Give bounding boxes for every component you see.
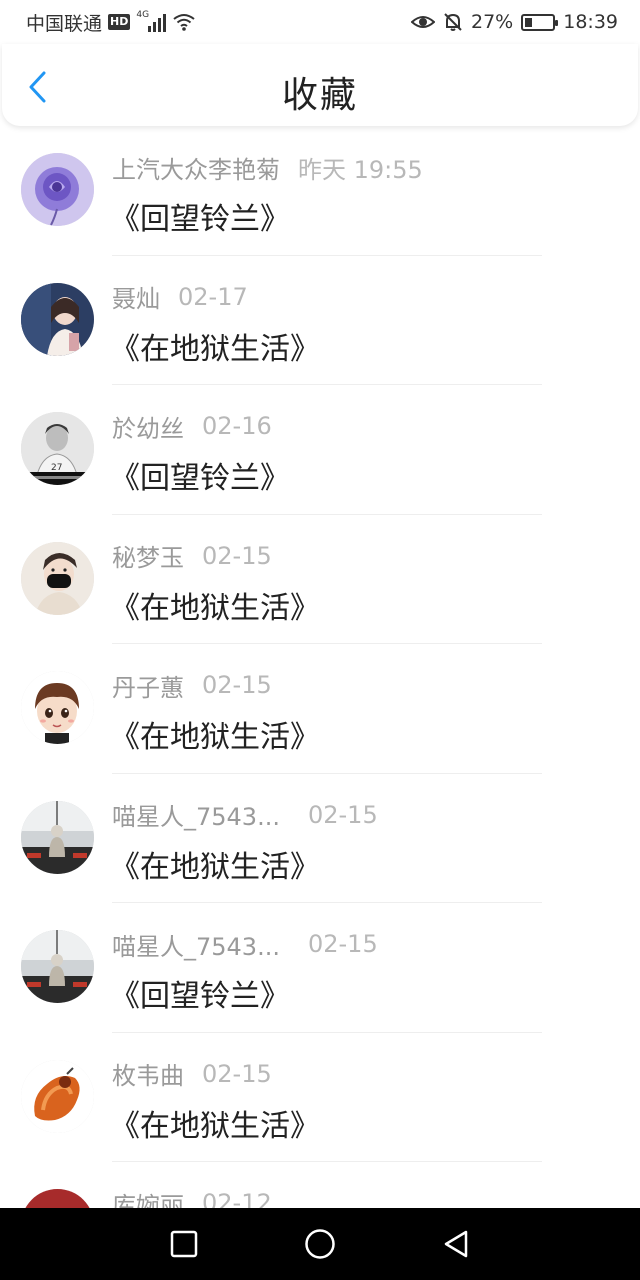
carrier-name: 中国联通 (26, 12, 103, 35)
item-meta: 喵星人_7543... 02-15 (112, 800, 378, 832)
avatar[interactable] (21, 930, 94, 1003)
avatar[interactable] (21, 1189, 94, 1208)
avatar[interactable] (21, 800, 94, 874)
avatar[interactable]: 27 (21, 412, 94, 485)
username: 库婉丽 (112, 1191, 184, 1209)
battery-percent: 27% (471, 11, 514, 33)
status-bar: 中国联通 HD 4G 27% 18:39 (0, 0, 640, 44)
favorite-item[interactable]: 枚韦曲 02-15 《在地狱生活》 (0, 1033, 640, 1162)
battery-level (525, 17, 533, 27)
timestamp: 02-12 (202, 1189, 272, 1208)
page-title: 收藏 (281, 75, 358, 116)
avatar[interactable] (21, 541, 94, 615)
username: 喵星人_7543... (112, 932, 280, 961)
battery-icon (521, 13, 559, 31)
back-triangle-icon (444, 1230, 468, 1258)
hd-badge: HD (108, 14, 131, 30)
favorite-title: 《回望铃兰》 (110, 979, 290, 1014)
avatar[interactable] (21, 671, 94, 744)
timestamp: 02-15 (307, 800, 378, 829)
timestamp: 02-16 (202, 412, 272, 440)
username: 枚韦曲 (112, 1062, 184, 1090)
wifi-icon (172, 12, 196, 32)
username: 喵星人_7543... (112, 803, 280, 831)
status-left: 中国联通 HD 4G (26, 10, 196, 35)
navigation-bar (0, 1208, 640, 1280)
favorite-title: 《在地狱生活》 (110, 590, 320, 626)
avatar[interactable] (21, 1059, 94, 1133)
item-meta: 於幼丝 02-16 (112, 411, 272, 443)
back-nav-button[interactable] (436, 1224, 476, 1264)
timestamp: 02-15 (202, 1059, 272, 1088)
favorite-title: 《在地狱生活》 (110, 720, 320, 755)
signal-icon: 4G (136, 10, 167, 32)
home-circle-icon (305, 1229, 335, 1259)
item-meta: 秘梦玉 02-15 (112, 541, 272, 573)
timestamp: 02-15 (202, 671, 272, 699)
item-meta: 丹子蕙 02-15 (112, 670, 272, 702)
item-meta: 库婉丽 02-12 (112, 1188, 272, 1208)
item-meta: 枚韦曲 02-15 (112, 1059, 272, 1091)
avatar[interactable] (21, 282, 94, 356)
bell-muted-icon (443, 12, 463, 32)
network-type: 4G (136, 10, 150, 20)
timestamp: 02-17 (178, 282, 248, 311)
recents-square-icon (170, 1230, 198, 1258)
username: 上汽大众李艳菊 (112, 155, 280, 184)
favorites-list[interactable]: 上汽大众李艳菊 昨天 19:55 《回望铃兰》 聂灿 02-17 《在地狱生活》 27 於幼丝… (0, 126, 640, 1208)
clock: 18:39 (563, 11, 618, 33)
favorite-item[interactable]: 喵星人_7543... 02-15 《在地狱生活》 (0, 774, 640, 903)
status-right: 27% 18:39 (410, 10, 618, 34)
favorite-item[interactable]: 喵星人_7543... 02-15 《回望铃兰》 (0, 903, 640, 1033)
timestamp: 02-15 (202, 541, 272, 570)
favorite-title: 《回望铃兰》 (110, 461, 290, 496)
favorite-title: 《在地狱生活》 (110, 1108, 320, 1144)
recents-button[interactable] (164, 1224, 204, 1264)
home-button[interactable] (300, 1224, 340, 1264)
favorite-item[interactable]: 聂灿 02-17 《在地狱生活》 (0, 256, 640, 385)
favorite-title: 《回望铃兰》 (110, 202, 290, 237)
avatar[interactable] (21, 153, 94, 226)
favorite-item[interactable]: 27 於幼丝 02-16 《回望铃兰》 (0, 385, 640, 515)
favorite-item[interactable]: 库婉丽 02-12 (0, 1162, 640, 1208)
item-meta: 上汽大众李艳菊 昨天 19:55 (112, 152, 423, 184)
favorite-title: 《在地狱生活》 (110, 331, 320, 367)
favorite-item[interactable]: 秘梦玉 02-15 《在地狱生活》 (0, 515, 640, 644)
favorite-item[interactable]: 丹子蕙 02-15 《在地狱生活》 (0, 644, 640, 774)
username: 秘梦玉 (112, 544, 184, 572)
header: 收藏 (2, 44, 638, 126)
username: 聂灿 (112, 285, 160, 313)
favorite-item[interactable]: 上汽大众李艳菊 昨天 19:55 《回望铃兰》 (0, 126, 640, 256)
username: 於幼丝 (112, 414, 184, 443)
favorite-title: 《在地狱生活》 (110, 849, 320, 885)
eye-icon (410, 13, 436, 31)
item-meta: 喵星人_7543... 02-15 (112, 929, 378, 961)
item-meta: 聂灿 02-17 (112, 282, 248, 314)
timestamp: 昨天 19:55 (298, 155, 423, 184)
timestamp: 02-15 (307, 930, 378, 958)
username: 丹子蕙 (112, 673, 184, 702)
svg-text:27: 27 (51, 463, 62, 473)
